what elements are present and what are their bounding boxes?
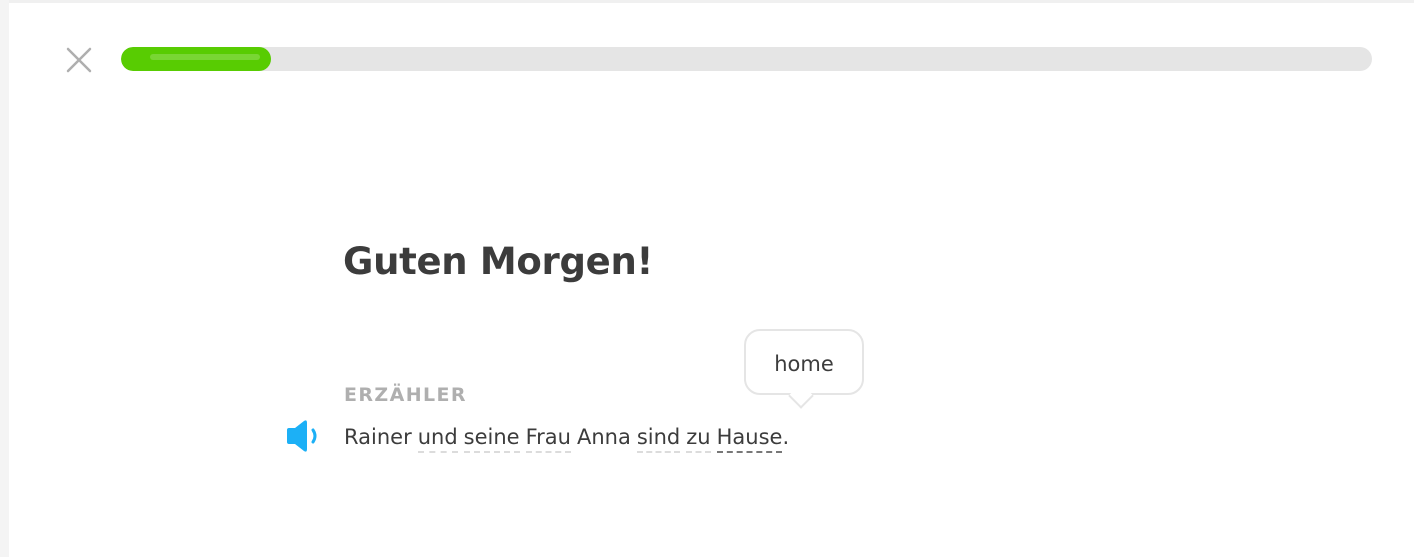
sentence-word[interactable]: Hause bbox=[716, 425, 783, 453]
story-sentence: Rainer und seine Frau Anna sind zu Hause. bbox=[344, 425, 789, 453]
lesson-progress-bar bbox=[121, 47, 1372, 71]
play-audio-button[interactable] bbox=[284, 419, 326, 453]
sentence-punctuation: . bbox=[782, 425, 790, 449]
sentence-word[interactable]: Frau bbox=[525, 425, 571, 453]
sentence-word[interactable]: seine bbox=[463, 425, 520, 453]
window-left-border bbox=[0, 0, 9, 557]
story-title: Guten Morgen! bbox=[343, 240, 654, 283]
progress-fill bbox=[121, 47, 272, 71]
close-button[interactable] bbox=[64, 45, 94, 75]
sentence-word[interactable]: zu bbox=[686, 425, 711, 453]
sentence-word: Anna bbox=[576, 425, 631, 449]
sentence-word[interactable]: sind bbox=[636, 425, 681, 453]
speaker-label: ERZÄHLER bbox=[344, 384, 467, 406]
window-top-border bbox=[0, 0, 1414, 3]
close-icon bbox=[66, 47, 92, 73]
progress-highlight bbox=[150, 54, 260, 60]
sentence-word[interactable]: und bbox=[417, 425, 458, 453]
word-hint-tooltip: home bbox=[744, 329, 864, 395]
speaker-icon bbox=[287, 420, 317, 452]
sentence-word: Rainer bbox=[344, 425, 412, 449]
